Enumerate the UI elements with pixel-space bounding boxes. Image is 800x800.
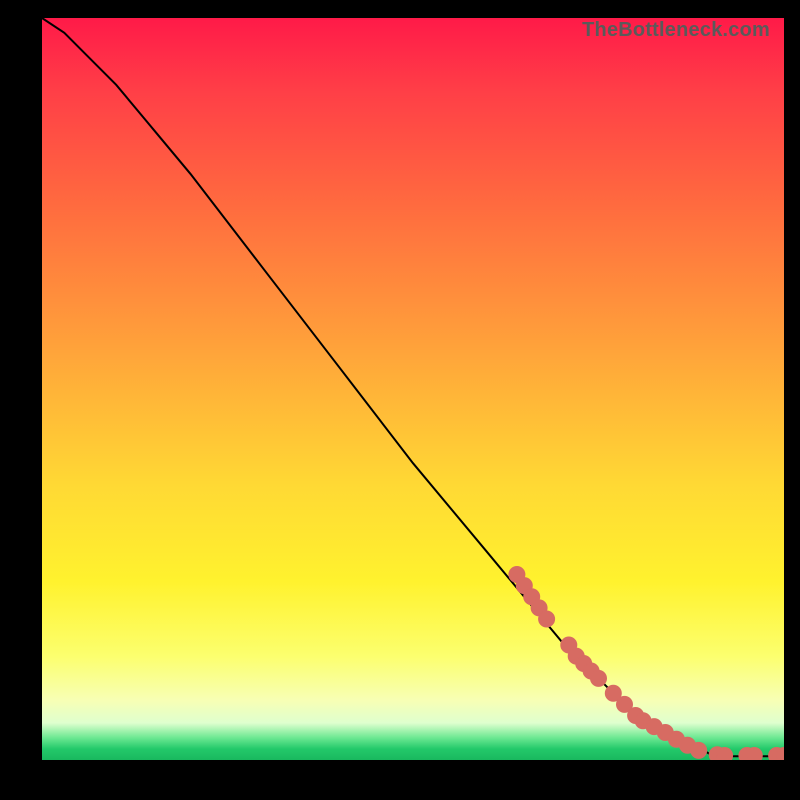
chart-frame: TheBottleneck.com [0, 0, 800, 800]
data-point [717, 748, 733, 761]
data-point [591, 670, 607, 686]
data-points [509, 567, 784, 761]
data-point [539, 611, 555, 627]
data-point [691, 742, 707, 758]
chart-svg [42, 18, 784, 760]
data-point [746, 748, 762, 761]
main-curve [42, 18, 784, 756]
plot-area: TheBottleneck.com [42, 18, 784, 760]
